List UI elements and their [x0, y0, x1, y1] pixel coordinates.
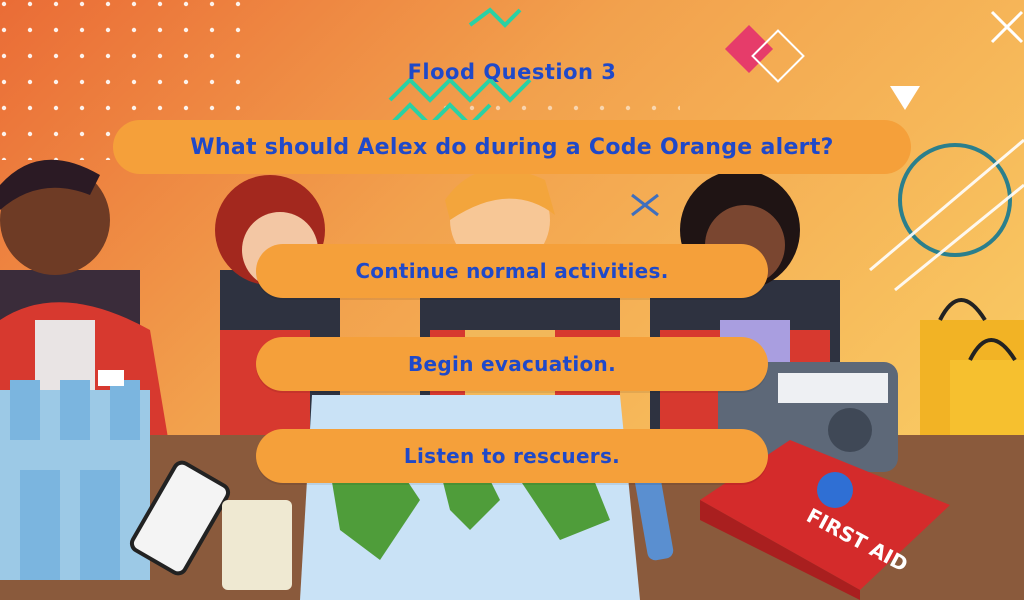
- answer-option-3[interactable]: Listen to rescuers.: [256, 429, 768, 483]
- water-bottles: [0, 370, 150, 580]
- answer-option-1[interactable]: Continue normal activities.: [256, 244, 768, 298]
- world-map: [300, 395, 640, 600]
- game-background-scene: FIRST AID: [0, 0, 1024, 600]
- question-number-title: Flood Question 3: [407, 60, 617, 84]
- question-text-pill: What should Aelex do during a Code Orang…: [113, 120, 911, 174]
- pencil-cup: [222, 500, 292, 590]
- answer-option-2[interactable]: Begin evacuation.: [256, 337, 768, 391]
